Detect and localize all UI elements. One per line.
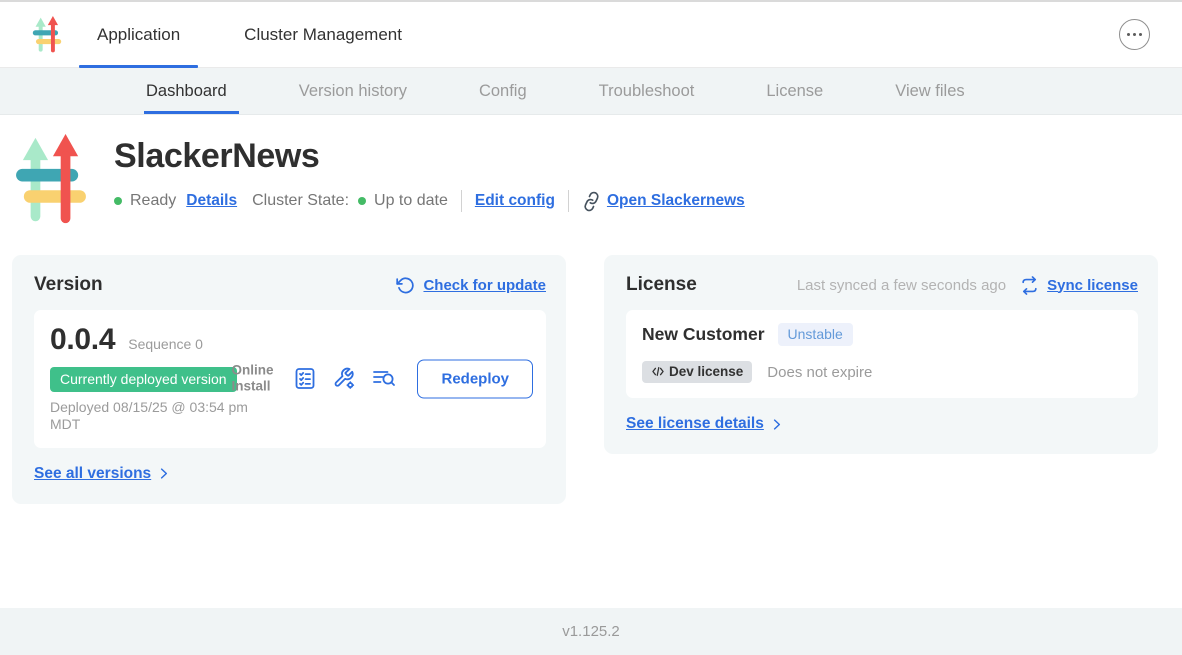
more-menu-button[interactable] [1119,19,1150,50]
license-type-badge: Dev license [642,361,752,383]
see-license-details-row: See license details [626,415,1138,433]
sequence-label: Sequence 0 [128,336,203,352]
chevron-right-icon [769,417,784,432]
see-license-details-link[interactable]: See license details [626,415,764,433]
license-card-title: License [626,274,697,296]
version-number: 0.0.4 [50,323,115,357]
license-meta-row: Dev license Does not expire [642,361,1122,383]
version-card-header: Version Check for update [34,274,546,296]
navbar-logo [32,2,62,67]
divider [461,190,462,212]
app-status-row: Ready Details Cluster State: Up to date … [114,190,745,212]
customer-name-row: New Customer Unstable [642,323,1122,346]
app-footer: v1.125.2 [0,608,1182,655]
chevron-right-icon [156,466,171,481]
sync-arrows-icon [1020,276,1039,295]
app-header: SlackerNews Ready Details Cluster State:… [0,115,1182,229]
divider [568,190,569,212]
install-type-label: Online Install [231,363,278,395]
current-version-panel: 0.0.4 Sequence 0 Currently deployed vers… [34,310,546,448]
tab-application[interactable]: Application [79,2,198,67]
lines-magnifier-icon [371,367,396,391]
customer-name: New Customer [642,324,765,345]
sync-license-link[interactable]: Sync license [1020,276,1138,295]
cluster-state-label: Cluster State: [252,192,349,210]
subnav-tab-license[interactable]: License [766,68,823,114]
subnav-tab-config[interactable]: Config [479,68,527,114]
license-expiration: Does not expire [767,364,872,381]
app-subnav: Dashboard Version history Config Trouble… [0,68,1182,115]
ready-status-label: Ready [130,192,176,210]
license-detail-panel: New Customer Unstable Dev license Does n… [626,310,1138,398]
channel-badge: Unstable [778,323,853,346]
app-logo-large [14,132,88,229]
subnav-tab-troubleshoot[interactable]: Troubleshoot [599,68,695,114]
see-all-versions-row: See all versions [34,465,546,483]
slackernews-logo-icon [32,15,62,55]
preflight-checks-button[interactable] [293,367,317,391]
subnav-tab-dashboard[interactable]: Dashboard [146,68,227,114]
admin-console-page: Application Cluster Management Dashboard… [0,0,1182,655]
version-actions: Online Install [231,359,533,398]
edit-config-link[interactable]: Edit config [475,192,555,210]
ready-status-dot-icon [114,197,122,205]
chain-link-icon [579,189,603,213]
view-diff-button[interactable] [371,367,396,391]
license-card-header: License Last synced a few seconds ago Sy… [626,274,1138,296]
status-details-link[interactable]: Details [186,192,237,210]
version-card: Version Check for update 0.0.4 Sequence … [12,255,566,504]
version-number-row: 0.0.4 Sequence 0 [50,323,530,357]
check-for-update-label: Check for update [423,277,546,294]
wrench-gear-icon [332,367,356,391]
last-synced-label: Last synced a few seconds ago [797,277,1006,294]
version-config-button[interactable] [332,367,356,391]
open-app-link-label: Open Slackernews [607,192,745,210]
ellipsis-icon [1127,33,1130,36]
sync-license-label: Sync license [1047,277,1138,294]
see-all-versions-link[interactable]: See all versions [34,465,151,483]
page-title: SlackerNews [114,137,745,176]
license-type-label: Dev license [669,364,743,379]
check-for-update-link[interactable]: Check for update [396,276,546,295]
deployed-timestamp: Deployed 08/15/25 @ 03:54 pm MDT [50,399,266,433]
deployed-version-badge: Currently deployed version [50,367,237,392]
license-card: License Last synced a few seconds ago Sy… [604,255,1158,454]
redeploy-button[interactable]: Redeploy [417,359,533,398]
dashboard-cards: Version Check for update 0.0.4 Sequence … [0,229,1182,504]
subnav-tab-version-history[interactable]: Version history [299,68,407,114]
cluster-state-value: Up to date [374,192,448,210]
dashboard-main: SlackerNews Ready Details Cluster State:… [0,115,1182,608]
app-title-block: SlackerNews Ready Details Cluster State:… [114,132,745,212]
code-brackets-icon [651,365,665,378]
checklist-icon [293,367,317,391]
console-version: v1.125.2 [562,623,620,640]
top-navbar: Application Cluster Management [0,2,1182,68]
primary-tabs: Application Cluster Management [79,2,420,67]
subnav-tab-view-files[interactable]: View files [895,68,964,114]
refresh-icon [396,276,415,295]
cluster-state-dot-icon [358,197,366,205]
tab-cluster-management[interactable]: Cluster Management [226,2,420,67]
version-card-title: Version [34,274,103,296]
open-app-link[interactable]: Open Slackernews [582,192,745,211]
